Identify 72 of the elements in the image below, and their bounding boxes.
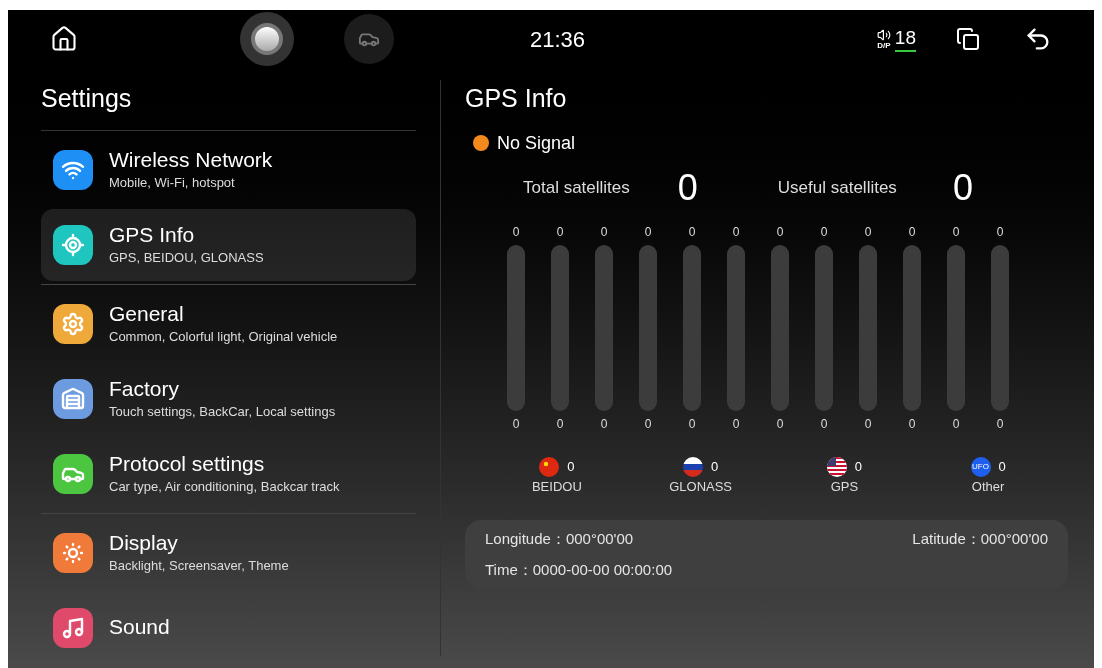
menu-item-subtitle: Car type, Air conditioning, Backcar track [109, 477, 340, 496]
satellite-id: 0 [512, 415, 520, 433]
satellite-signal-value: 0 [600, 223, 608, 241]
menu-item-subtitle: GPS, BEIDOU, GLONASS [109, 248, 264, 267]
menu-item-subtitle: Touch settings, BackCar, Local settings [109, 402, 336, 421]
satellite-signal-value: 0 [732, 223, 740, 241]
satellite-signal-value: 0 [688, 223, 696, 241]
volume-level: 18 [894, 26, 916, 52]
satellite-signal-value: 0 [952, 223, 960, 241]
longitude-text: Longitude：000°00'00 [485, 529, 634, 549]
russia-flag-icon [683, 456, 703, 477]
satellite-id: 0 [776, 415, 784, 433]
satellite-signal-value: 0 [512, 223, 520, 241]
menu-item-title: Display [109, 529, 179, 556]
menu-item-subtitle: Common, Colorful light, Original vehicle [109, 327, 338, 346]
settings-menu-item[interactable]: GPS Info GPS, BEIDOU, GLONASS [41, 208, 416, 281]
recent-apps-icon [956, 27, 980, 51]
satellite-id: 0 [688, 415, 696, 433]
usa-flag-icon [826, 456, 847, 477]
useful-satellites-label: Useful satellites [777, 176, 897, 199]
menu-item-title: Protocol settings [109, 450, 266, 477]
system-satellite-count: 0 [711, 457, 719, 476]
gps-info-title: GPS Info [465, 83, 568, 114]
settings-menu-item[interactable]: General Common, Colorful light, Original vehicle [41, 287, 416, 360]
settings-menu-item[interactable]: Display Backlight, Screensaver, Theme [41, 516, 416, 589]
time-text: Time：0000-00-00 00:00:00 [485, 559, 674, 580]
satellite-id: 0 [732, 415, 740, 433]
satellite-id: 0 [820, 415, 828, 433]
satellite-signal-value: 0 [864, 223, 872, 241]
settings-menu-item[interactable]: Sound [41, 591, 416, 664]
clock: 21:36 [530, 25, 586, 54]
ufo-badge: UFO [970, 456, 991, 477]
satellite-signal-value: 0 [776, 223, 784, 241]
home-icon [50, 25, 78, 53]
car-button[interactable] [344, 14, 394, 64]
satellite-id: 0 [644, 415, 652, 433]
menu-item-title: Wireless Network [109, 146, 273, 173]
system-satellite-count: 0 [567, 457, 575, 476]
satellite-signal-value: 0 [996, 223, 1004, 241]
satellite-id: 0 [952, 415, 960, 433]
system-satellite-count: 0 [998, 457, 1006, 476]
settings-menu-item[interactable]: Protocol settings Car type, Air conditioning, Backcar track [41, 437, 416, 510]
system-satellite-count: 0 [854, 457, 862, 476]
menu-item-subtitle: Mobile, Wi-Fi, hotspot [109, 173, 236, 192]
latitude-text: Latitude：000°00'00 [912, 529, 1048, 549]
menu-item-subtitle: Backlight, Screensaver, Theme [109, 556, 289, 575]
total-satellites-label: Total satellites [523, 176, 630, 199]
satellite-id: 0 [600, 415, 608, 433]
system-name: GPS [830, 477, 859, 496]
useful-satellites-count: 0 [952, 165, 973, 210]
satellite-signal-value: 0 [556, 223, 564, 241]
system-name: Other [971, 477, 1005, 496]
settings-title: Settings [41, 80, 416, 131]
assistant-button[interactable] [240, 12, 294, 66]
menu-item-title: GPS Info [109, 221, 196, 248]
settings-menu-item[interactable]: Wireless Network Mobile, Wi-Fi, hotspot [41, 133, 416, 206]
total-satellites-count: 0 [677, 165, 698, 210]
satellite-id: 0 [556, 415, 564, 433]
settings-menu-item[interactable]: Factory Touch settings, BackCar, Local settings [41, 362, 416, 435]
system-name: BEIDOU [531, 477, 582, 496]
satellite-id: 0 [908, 415, 916, 433]
satellite-signal-value: 0 [908, 223, 916, 241]
system-name: GLONASS [669, 477, 733, 496]
menu-item-title: General [109, 300, 185, 327]
satellite-id: 0 [864, 415, 872, 433]
menu-item-title: Factory [109, 375, 180, 402]
satellite-signal-value: 0 [644, 223, 652, 241]
china-flag-icon [539, 456, 560, 477]
menu-item-title: Sound [109, 614, 170, 641]
satellite-signal-value: 0 [820, 223, 828, 241]
signal-status-text: No Signal [497, 131, 576, 155]
satellite-id: 0 [996, 415, 1004, 433]
